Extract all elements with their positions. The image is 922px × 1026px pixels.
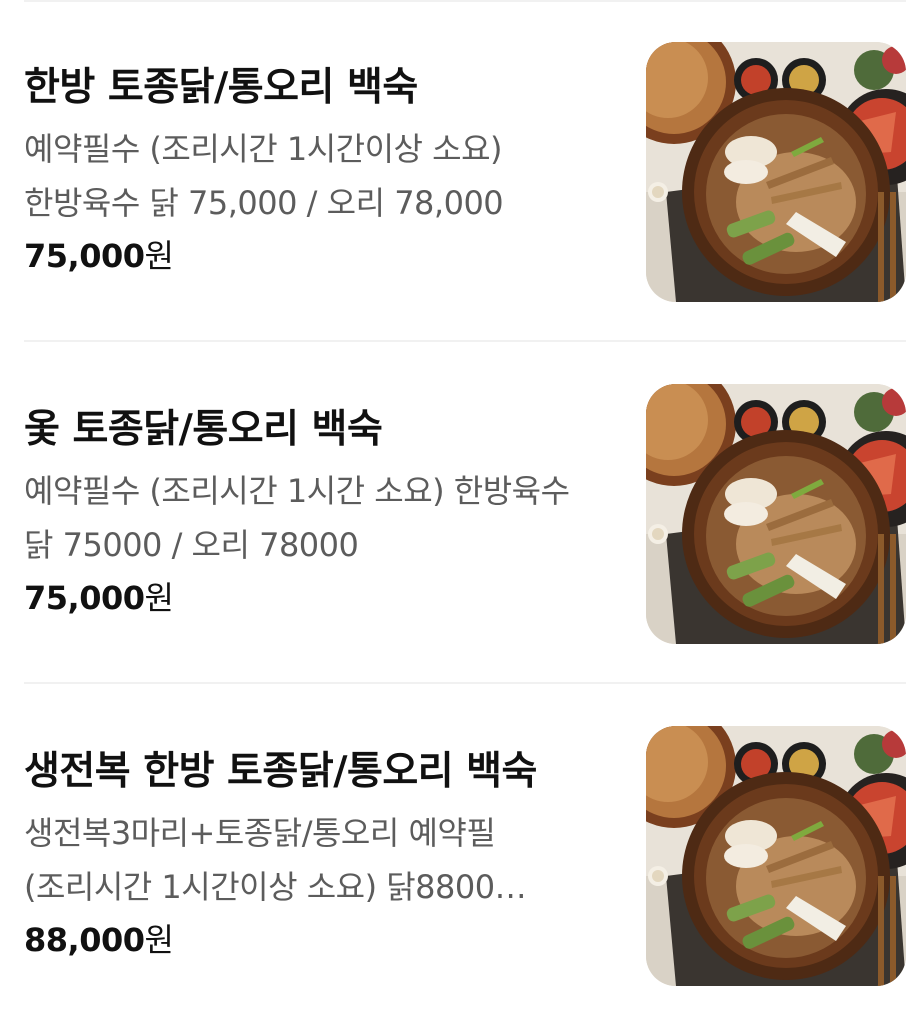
menu-item-name: 생전복 한방 토종닭/통오리 백숙 bbox=[24, 749, 537, 794]
menu-item-description: 예약필수 (조리시간 1시간이상 소요) 한방육수 닭 75,000 / 오리 … bbox=[24, 130, 504, 222]
menu-item-price: 75,000원 bbox=[24, 573, 596, 623]
baeksuk-dish-photo[interactable] bbox=[646, 42, 906, 302]
menu-item-name: 옻 토종닭/통오리 백숙 bbox=[24, 407, 383, 452]
baeksuk-dish-photo[interactable] bbox=[646, 384, 906, 644]
menu-item-hanbang-baeksuk[interactable]: 한방 토종닭/통오리 백숙 예약필수 (조리시간 1시간이상 소요) 한방육수 … bbox=[0, 0, 922, 342]
price-unit: 원 bbox=[144, 579, 174, 617]
price-amount: 75,000 bbox=[24, 579, 145, 617]
menu-item-text: 옻 토종닭/통오리 백숙 예약필수 (조리시간 1시간 소요) 한방육수 닭 7… bbox=[24, 402, 596, 623]
menu-list: 한방 토종닭/통오리 백숙 예약필수 (조리시간 1시간이상 소요) 한방육수 … bbox=[0, 0, 922, 992]
price-amount: 75,000 bbox=[24, 237, 145, 275]
price-unit: 원 bbox=[144, 921, 174, 959]
price-amount: 88,000 bbox=[24, 921, 145, 959]
menu-item-price: 75,000원 bbox=[24, 231, 596, 281]
menu-item-description: 예약필수 (조리시간 1시간 소요) 한방육수 닭 75000 / 오리 780… bbox=[24, 472, 570, 564]
menu-item-text: 한방 토종닭/통오리 백숙 예약필수 (조리시간 1시간이상 소요) 한방육수 … bbox=[24, 60, 596, 281]
menu-item-text: 생전복 한방 토종닭/통오리 백숙 생전복3마리+토종닭/통오리 예약필 (조리… bbox=[24, 744, 596, 965]
menu-item-price: 88,000원 bbox=[24, 915, 596, 965]
price-unit: 원 bbox=[144, 237, 174, 275]
menu-item-ot-baeksuk[interactable]: 옻 토종닭/통오리 백숙 예약필수 (조리시간 1시간 소요) 한방육수 닭 7… bbox=[0, 342, 922, 684]
menu-item-name: 한방 토종닭/통오리 백숙 bbox=[24, 65, 418, 110]
menu-item-description: 생전복3마리+토종닭/통오리 예약필 (조리시간 1시간이상 소요) 닭8800… bbox=[24, 814, 527, 906]
menu-item-jeonbok-baeksuk[interactable]: 생전복 한방 토종닭/통오리 백숙 생전복3마리+토종닭/통오리 예약필 (조리… bbox=[0, 684, 922, 1026]
baeksuk-dish-photo[interactable] bbox=[646, 726, 906, 986]
